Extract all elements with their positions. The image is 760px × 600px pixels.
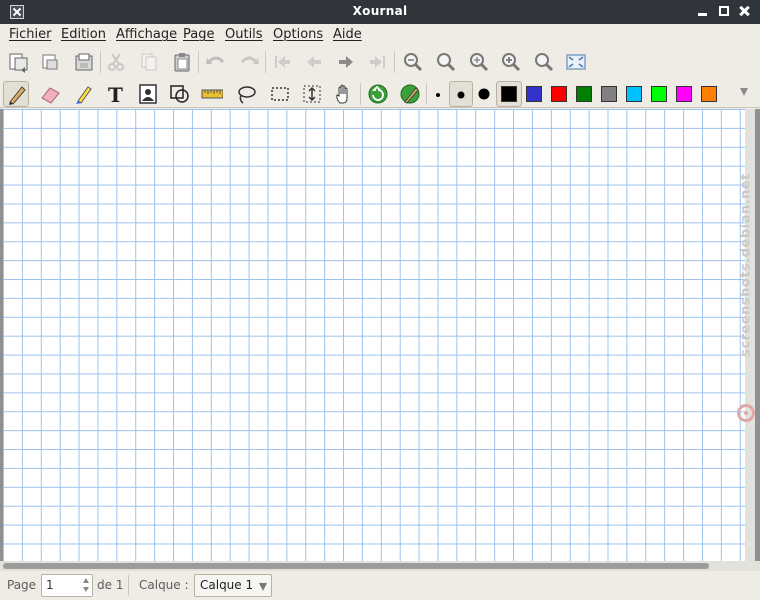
- highlighter-icon[interactable]: [71, 82, 95, 106]
- pen-icon[interactable]: [3, 81, 29, 107]
- horizontal-scrollbar[interactable]: [0, 561, 760, 571]
- color-blue-swatch[interactable]: [526, 86, 542, 102]
- watermark-logo-icon: [737, 404, 755, 422]
- redo-icon[interactable]: [237, 50, 261, 74]
- window-title: Xournal: [352, 4, 408, 18]
- toolbar-overflow-icon[interactable]: [740, 88, 748, 96]
- menu-options[interactable]: Options: [273, 27, 323, 42]
- last-page-icon[interactable]: [366, 50, 390, 74]
- svg-text:T: T: [108, 83, 123, 105]
- open-icon[interactable]: [38, 50, 62, 74]
- minimize-button[interactable]: [696, 4, 710, 18]
- menu-edition[interactable]: Edition: [61, 27, 106, 42]
- color-red-swatch[interactable]: [551, 86, 567, 102]
- menu-aide[interactable]: Aide: [333, 27, 362, 42]
- ruler-icon[interactable]: [200, 82, 224, 106]
- default-pen-icon[interactable]: [398, 82, 422, 106]
- zoom-100-icon[interactable]: [434, 50, 458, 74]
- color-lightgreen-swatch[interactable]: [651, 86, 667, 102]
- watermark-text: screenshots.debian.net: [738, 173, 754, 357]
- rect-select-icon[interactable]: [268, 82, 292, 106]
- zoom-height-icon[interactable]: [532, 50, 556, 74]
- color-magenta-swatch[interactable]: [676, 86, 692, 102]
- page-count-label: de 1: [97, 578, 124, 592]
- tools-toolbar: T: [0, 78, 760, 108]
- zoom-out-icon[interactable]: [401, 50, 425, 74]
- thickness-fine-button[interactable]: [426, 82, 450, 106]
- shape-recognizer-icon[interactable]: [168, 82, 192, 106]
- paste-icon[interactable]: [170, 50, 194, 74]
- color-gray-swatch[interactable]: [601, 86, 617, 102]
- cut-icon[interactable]: [104, 50, 128, 74]
- hand-icon[interactable]: [332, 82, 356, 106]
- page-number-spinner[interactable]: 1: [41, 574, 93, 597]
- title-bar: Xournal: [0, 0, 760, 24]
- copy-icon[interactable]: [137, 50, 161, 74]
- thickness-thick-button[interactable]: [472, 82, 496, 106]
- horizontal-scrollbar-thumb[interactable]: [3, 563, 709, 569]
- color-lightblue-swatch[interactable]: [626, 86, 642, 102]
- zoom-in-icon[interactable]: [499, 50, 523, 74]
- menu-page[interactable]: Page: [183, 27, 214, 42]
- menu-affichage[interactable]: Affichage: [116, 27, 177, 42]
- next-page-icon[interactable]: [334, 50, 358, 74]
- default-tool-icon[interactable]: [366, 82, 390, 106]
- status-bar: Page 1 de 1 Calque : Calque 1: [0, 571, 760, 600]
- layer-select-value[interactable]: Calque 1: [200, 578, 253, 592]
- thickness-medium-button[interactable]: [449, 81, 473, 107]
- drawing-page[interactable]: [3, 109, 745, 561]
- watermark: screenshots.debian.net: [733, 115, 759, 455]
- layer-select[interactable]: Calque 1: [194, 574, 272, 597]
- main-toolbar: [0, 46, 760, 78]
- new-document-icon[interactable]: [6, 50, 30, 74]
- text-icon[interactable]: T: [104, 82, 128, 106]
- first-page-icon[interactable]: [270, 50, 294, 74]
- menu-fichier[interactable]: Fichier: [9, 27, 52, 42]
- page-number-value[interactable]: 1: [46, 578, 54, 592]
- page-label: Page: [7, 578, 37, 592]
- spin-up-icon[interactable]: [83, 578, 89, 583]
- chevron-down-icon[interactable]: [259, 583, 267, 591]
- menu-outils[interactable]: Outils: [225, 27, 263, 42]
- maximize-button[interactable]: [717, 4, 731, 18]
- eraser-icon[interactable]: [38, 82, 62, 106]
- image-icon[interactable]: [136, 82, 160, 106]
- previous-page-icon[interactable]: [302, 50, 326, 74]
- close-button[interactable]: [737, 4, 751, 18]
- layer-label: Calque :: [139, 578, 189, 592]
- color-orange-swatch[interactable]: [701, 86, 717, 102]
- color-green-swatch[interactable]: [576, 86, 592, 102]
- canvas-area: [0, 109, 760, 571]
- fullscreen-icon[interactable]: [564, 50, 588, 74]
- zoom-width-icon[interactable]: [467, 50, 491, 74]
- spin-down-icon[interactable]: [83, 587, 89, 592]
- vertical-space-icon[interactable]: [300, 82, 324, 106]
- lasso-select-icon[interactable]: [234, 82, 258, 106]
- undo-icon[interactable]: [204, 50, 228, 74]
- menu-bar: Fichier Edition Affichage Page Outils Op…: [0, 24, 760, 46]
- save-icon[interactable]: [72, 50, 96, 74]
- color-black-swatch[interactable]: [501, 86, 517, 102]
